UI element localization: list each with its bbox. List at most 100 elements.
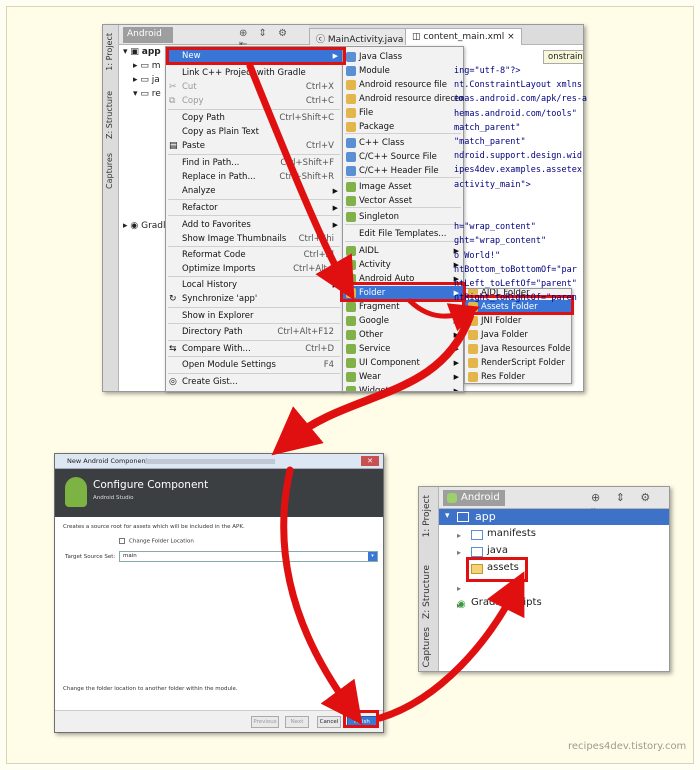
new-submenu: Java Class Module Android resource file And…: [342, 46, 464, 392]
menu-item[interactable]: ⇆ Compare With... Ctrl+D: [166, 342, 342, 356]
folder-icon: [346, 122, 356, 132]
close-icon[interactable]: ✕: [361, 456, 379, 466]
result-project-panel: 1: Project Z: Structure Captures Android…: [418, 486, 670, 672]
submenu-item[interactable]: UI Component ▶: [343, 356, 463, 370]
folder-icon: [468, 330, 478, 340]
vtab-structure[interactable]: Z: Structure: [422, 565, 432, 619]
tree-item-java[interactable]: ▸ ▭ ja: [133, 75, 160, 85]
target-source-set-select[interactable]: main ▾: [119, 551, 378, 562]
submenu-item[interactable]: Wear ▶: [343, 370, 463, 384]
submenu-item[interactable]: Other ▶: [343, 328, 463, 342]
folder-submenu-item[interactable]: Java Folder: [465, 328, 571, 342]
folder-submenu-item[interactable]: Res Folder: [465, 370, 571, 383]
menu-item[interactable]: Add to Favorites ▶: [166, 218, 342, 232]
submenu-item[interactable]: C/C++ Source File: [343, 150, 463, 164]
tree-item-gradle[interactable]: ▸ ◉ Gradl: [123, 221, 166, 231]
menu-item[interactable]: Copy as Plain Text: [166, 125, 342, 139]
android-icon: [346, 182, 356, 192]
menu-item[interactable]: Show in Explorer: [166, 309, 342, 323]
menu-item[interactable]: Find in Path... Ctrl+Shift+F: [166, 156, 342, 170]
menu-item[interactable]: New ▶: [166, 49, 342, 63]
submenu-item[interactable]: Image Asset: [343, 180, 463, 194]
project-view-dropdown[interactable]: Android: [443, 490, 505, 506]
submenu-item[interactable]: File: [343, 106, 463, 120]
menu-item[interactable]: ✂ Cut Ctrl+X: [166, 80, 342, 94]
chevron-down-icon[interactable]: ▾: [368, 552, 377, 561]
tree-item-app[interactable]: ▾ ▣ app: [123, 47, 161, 57]
code-line: o World!": [454, 250, 501, 261]
tree-item-manifests[interactable]: ▸ ▭ m: [133, 61, 161, 71]
expand-icon[interactable]: ▸: [457, 584, 461, 593]
menu-separator: [168, 323, 340, 324]
android-icon: [346, 344, 356, 354]
submenu-item[interactable]: C++ Class: [343, 136, 463, 150]
tab-content-main[interactable]: ◫ content_main.xml ×: [405, 28, 522, 45]
code-line: activity_main">: [454, 179, 531, 190]
menu-separator: [168, 154, 340, 155]
submenu-item[interactable]: Folder ▶: [343, 286, 463, 300]
finish-button[interactable]: Finish: [347, 716, 377, 728]
submenu-item[interactable]: Google ▶: [343, 314, 463, 328]
android-icon: [346, 358, 356, 368]
submenu-item[interactable]: Package: [343, 120, 463, 134]
tree-item-assets[interactable]: assets: [487, 562, 519, 573]
submenu-item[interactable]: Activity ▶: [343, 258, 463, 272]
vtab-captures[interactable]: Captures: [422, 627, 432, 667]
submenu-item[interactable]: Android resource file: [343, 78, 463, 92]
menu-item[interactable]: Directory Path Ctrl+Alt+F12: [166, 325, 342, 339]
dialog-title: Configure Component: [93, 479, 209, 491]
submenu-item[interactable]: Fragment ▶: [343, 300, 463, 314]
menu-item[interactable]: ◎ Create Gist...: [166, 375, 342, 389]
editor-tabs: ⓒ MainActivity.java × ◫ content_main.xml…: [309, 25, 583, 45]
submenu-item[interactable]: AIDL ▶: [343, 244, 463, 258]
submenu-item[interactable]: Widget ▶: [343, 384, 463, 391]
submenu-item[interactable]: Module: [343, 64, 463, 78]
vtab-captures[interactable]: Captures: [105, 153, 114, 189]
tree-item-gradle-scripts[interactable]: Gradle Scripts: [471, 597, 542, 608]
expand-icon[interactable]: ▸: [457, 531, 461, 540]
submenu-item[interactable]: Android resource directory: [343, 92, 463, 106]
menu-item[interactable]: Reformat Code Ctrl+Al: [166, 248, 342, 262]
menu-item[interactable]: Link C++ Project with Gradle: [166, 66, 342, 80]
submenu-arrow-icon: ▶: [332, 187, 338, 195]
submenu-item[interactable]: Vector Asset: [343, 194, 463, 208]
folder-submenu-item[interactable]: JNI Folder: [465, 314, 571, 328]
submenu-item[interactable]: Edit File Templates...: [343, 227, 463, 241]
menu-item[interactable]: Copy Path Ctrl+Shift+C: [166, 111, 342, 125]
menu-item[interactable]: Open Module Settings F4: [166, 358, 342, 372]
submenu-item[interactable]: Android Auto ▶: [343, 272, 463, 286]
target-source-set-label: Target Source Set:: [65, 554, 116, 560]
vtab-project[interactable]: 1: Project: [105, 33, 114, 71]
tree-item-res[interactable]: ▾ ▭ re: [133, 89, 161, 99]
expand-icon[interactable]: ▸: [457, 548, 461, 557]
submenu-item[interactable]: Java Class: [343, 50, 463, 64]
submenu-item[interactable]: Singleton: [343, 210, 463, 224]
change-folder-location-checkbox[interactable]: Change Folder Location: [119, 538, 194, 545]
submenu-item[interactable]: Service ▶: [343, 342, 463, 356]
cancel-button[interactable]: Cancel: [317, 716, 341, 728]
code-line: ntBottom_toBottomOf="par: [454, 264, 577, 275]
vtab-project[interactable]: 1: Project: [422, 495, 432, 537]
menu-item[interactable]: Local History ▶: [166, 278, 342, 292]
project-view-dropdown[interactable]: Android: [123, 27, 173, 43]
menu-item[interactable]: ▤ Paste Ctrl+V: [166, 139, 342, 153]
menu-item[interactable]: Refactor ▶: [166, 201, 342, 215]
menu-item[interactable]: Replace in Path... Ctrl+Shift+R: [166, 170, 342, 184]
tree-item-app[interactable]: ▾ app: [439, 509, 669, 525]
previous-button[interactable]: Previous: [251, 716, 279, 728]
folder-submenu-item[interactable]: RenderScript Folder: [465, 356, 571, 370]
menu-item[interactable]: ↻ Synchronize 'app': [166, 292, 342, 306]
menu-item[interactable]: Show Image Thumbnails Ctrl+Shi: [166, 232, 342, 246]
menu-separator: [168, 307, 340, 308]
submenu-item[interactable]: C/C++ Header File: [343, 164, 463, 178]
tree-item-java[interactable]: java: [487, 545, 508, 556]
submenu-arrow-icon: ▶: [332, 204, 338, 212]
next-button[interactable]: Next: [285, 716, 309, 728]
tree-item-manifests[interactable]: manifests: [487, 528, 536, 539]
menu-item[interactable]: Optimize Imports Ctrl+Alt+: [166, 262, 342, 276]
menu-separator: [168, 356, 340, 357]
folder-submenu-item[interactable]: Java Resources Folder: [465, 342, 571, 356]
vtab-structure[interactable]: Z: Structure: [105, 91, 114, 139]
menu-item[interactable]: Analyze ▶: [166, 184, 342, 198]
menu-item[interactable]: ⧉ Copy Ctrl+C: [166, 94, 342, 108]
